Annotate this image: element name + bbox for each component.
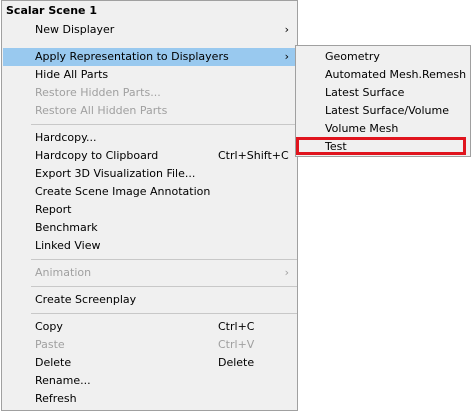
submenu-item-test[interactable]: Test — [297, 138, 469, 156]
menu-item-create-scene-image-annotation[interactable]: Create Scene Image Annotation — [3, 183, 296, 201]
menu-item-new-displayer[interactable]: New Displayer › — [3, 21, 296, 39]
menu-item-label: Animation — [35, 266, 92, 279]
menu-item-report[interactable]: Report — [3, 201, 296, 219]
chevron-right-icon: › — [284, 266, 289, 279]
chevron-right-icon: › — [284, 23, 289, 36]
menu-item-label: Rename... — [35, 374, 91, 387]
submenu-item-label: Volume Mesh — [325, 122, 399, 135]
menu-item-hardcopy-to-clipboard[interactable]: Hardcopy to Clipboard Ctrl+Shift+C — [3, 147, 296, 165]
menu-item-copy[interactable]: Copy Ctrl+C — [3, 318, 296, 336]
menu-item-label: Paste — [35, 338, 65, 351]
menu-item-hide-all-parts[interactable]: Hide All Parts — [3, 66, 296, 84]
menu-item-refresh[interactable]: Refresh — [3, 390, 296, 408]
submenu-item-geometry[interactable]: Geometry — [297, 48, 469, 66]
menu-item-paste[interactable]: Paste Ctrl+V — [3, 336, 296, 354]
submenu-item-label: Geometry — [325, 50, 380, 63]
menu-item-restore-hidden-parts[interactable]: Restore Hidden Parts... — [3, 84, 296, 102]
menu-item-label: Restore Hidden Parts... — [35, 86, 161, 99]
menu-separator — [31, 124, 297, 125]
menu-item-label: Create Screenplay — [35, 293, 137, 306]
chevron-right-icon: › — [284, 50, 289, 63]
submenu-item-label: Automated Mesh.Remesh — [325, 68, 467, 81]
submenu-item-label: Test — [325, 140, 347, 153]
menu-item-label: Linked View — [35, 239, 101, 252]
menu-title: Scalar Scene 1 — [6, 4, 97, 17]
menu-item-shortcut: Ctrl+Shift+C — [218, 149, 289, 162]
menu-item-shortcut: Ctrl+C — [218, 320, 255, 333]
menu-item-export-3d-visualization[interactable]: Export 3D Visualization File... — [3, 165, 296, 183]
submenu-item-automated-mesh-remesh[interactable]: Automated Mesh.Remesh — [297, 66, 469, 84]
menu-item-label: Apply Representation to Displayers — [35, 50, 229, 63]
menu-item-label: Export 3D Visualization File... — [35, 167, 196, 180]
submenu-item-volume-mesh[interactable]: Volume Mesh — [297, 120, 469, 138]
menu-item-label: Refresh — [35, 392, 77, 405]
menu-item-label: Restore All Hidden Parts — [35, 104, 168, 117]
menu-item-rename[interactable]: Rename... — [3, 372, 296, 390]
menu-item-label: Hardcopy to Clipboard — [35, 149, 159, 162]
menu-item-linked-view[interactable]: Linked View — [3, 237, 296, 255]
submenu-item-latest-surface-volume[interactable]: Latest Surface/Volume — [297, 102, 469, 120]
menu-item-shortcut: Delete — [218, 356, 255, 369]
menu-item-create-screenplay[interactable]: Create Screenplay — [3, 291, 296, 309]
menu-item-delete[interactable]: Delete Delete — [3, 354, 296, 372]
submenu-item-label: Latest Surface — [325, 86, 405, 99]
menu-separator — [31, 286, 297, 287]
menu-item-benchmark[interactable]: Benchmark — [3, 219, 296, 237]
submenu-item-latest-surface[interactable]: Latest Surface — [297, 84, 469, 102]
menu-separator — [31, 259, 297, 260]
menu-separator — [31, 313, 297, 314]
context-menu: Scalar Scene 1 New Displayer › Apply Rep… — [1, 0, 298, 411]
submenu-representations: Geometry Automated Mesh.Remesh Latest Su… — [295, 45, 471, 157]
menu-item-apply-representation[interactable]: Apply Representation to Displayers › — [3, 48, 296, 66]
menu-item-label: Report — [35, 203, 72, 216]
menu-item-label: New Displayer — [35, 23, 115, 36]
menu-item-label: Benchmark — [35, 221, 98, 234]
menu-item-label: Hardcopy... — [35, 131, 97, 144]
submenu-item-label: Latest Surface/Volume — [325, 104, 450, 117]
menu-item-label: Delete — [35, 356, 72, 369]
menu-item-restore-all-hidden-parts[interactable]: Restore All Hidden Parts — [3, 102, 296, 120]
menu-item-label: Hide All Parts — [35, 68, 109, 81]
menu-item-hardcopy[interactable]: Hardcopy... — [3, 129, 296, 147]
menu-item-label: Copy — [35, 320, 63, 333]
menu-item-animation[interactable]: Animation › — [3, 264, 296, 282]
menu-item-shortcut: Ctrl+V — [218, 338, 255, 351]
menu-item-label: Create Scene Image Annotation — [35, 185, 211, 198]
